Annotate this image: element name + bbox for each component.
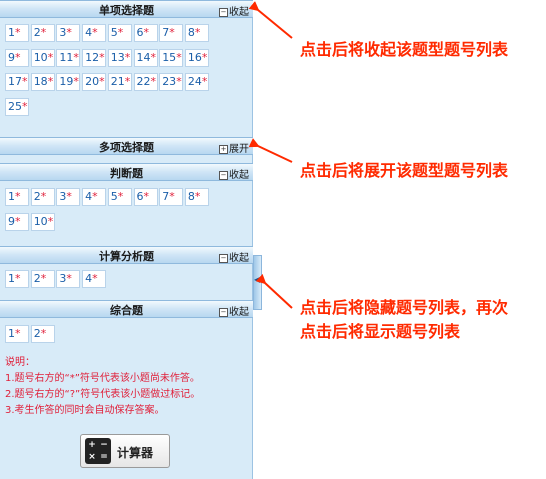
annotation-collapse: 点击后将收起该题型题号列表 <box>300 40 509 59</box>
annotation-arrows <box>248 1 293 309</box>
arrow-2 <box>248 138 293 163</box>
annotation-hide-line-1: 点击后将隐藏题号列表，再次 <box>300 298 509 317</box>
annotation-expand: 点击后将展开该题型题号列表 <box>300 161 509 180</box>
annotation-hide-line-2: 点击后将显示题号列表 <box>300 322 461 341</box>
arrow-1 <box>248 1 293 39</box>
arrow-3 <box>255 273 293 309</box>
